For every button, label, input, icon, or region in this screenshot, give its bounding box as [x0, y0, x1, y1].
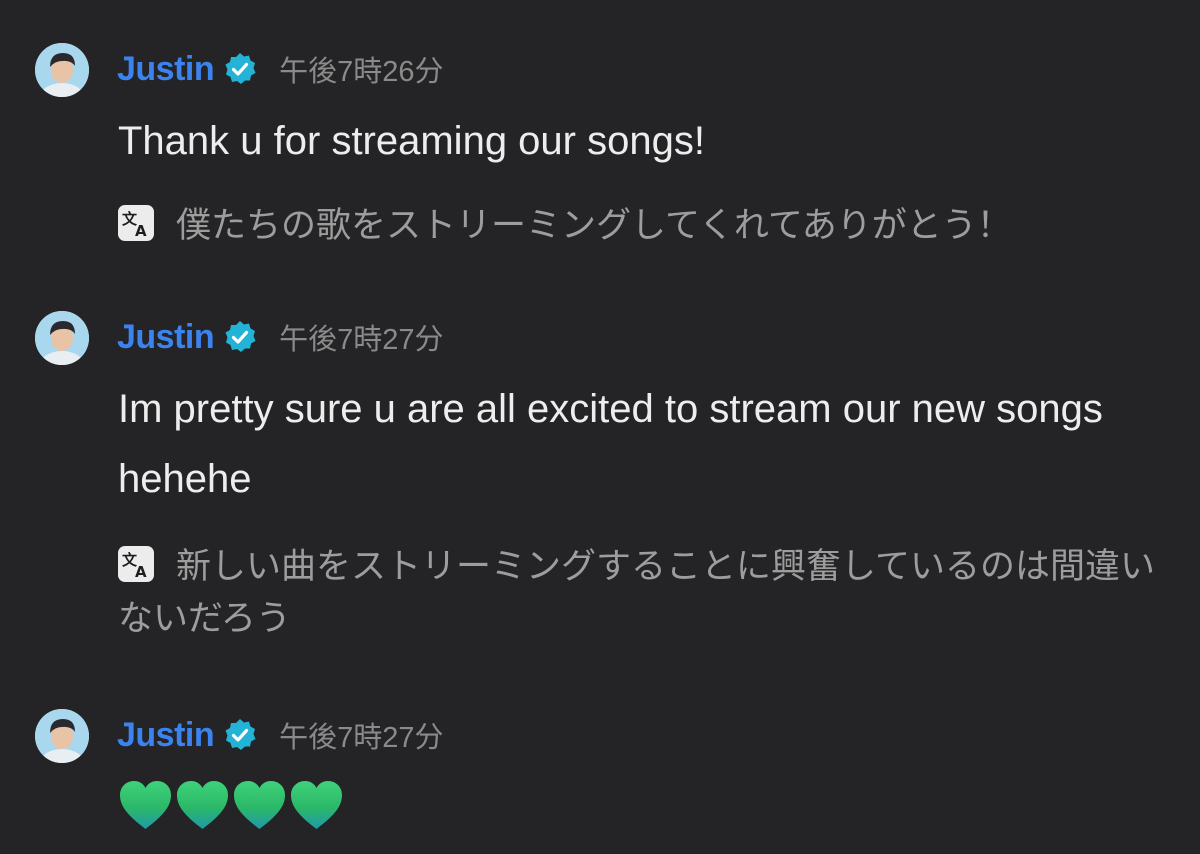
username[interactable]: Justin: [117, 318, 215, 357]
user-avatar[interactable]: [35, 709, 89, 763]
green-heart-icon: [117, 778, 174, 832]
message-timestamp: 午後7時27分: [279, 722, 444, 754]
emoji-message: [117, 778, 345, 832]
message-timestamp: 午後7時26分: [279, 56, 444, 88]
verified-badge-icon: [223, 718, 257, 752]
verified-badge-icon: [223, 52, 257, 86]
svg-text:A: A: [135, 563, 147, 581]
translation-text: 僕たちの歌をストリーミングしてくれてありがとう！: [176, 206, 1012, 245]
verified-badge-icon: [223, 320, 257, 354]
message-translation: 文 A 僕たちの歌をストリーミングしてくれてありがとう！: [118, 200, 1168, 252]
message-header: Justin 午後7時26分: [117, 46, 444, 92]
message-translation: 文 A 新しい曲をストリーミングすることに興奮しているのは間違いないだろう: [118, 541, 1168, 645]
translate-icon[interactable]: 文 A: [118, 546, 154, 582]
message-text: Im pretty sure u are all excited to stre…: [118, 387, 1103, 501]
green-heart-icon: [288, 778, 345, 832]
translation-text: 新しい曲をストリーミングすることに興奮しているのは間違いないだろう: [118, 547, 1155, 638]
green-heart-icon: [231, 778, 288, 832]
message-timestamp: 午後7時27分: [279, 324, 444, 356]
message-header: Justin 午後7時27分: [117, 314, 444, 360]
username[interactable]: Justin: [117, 50, 215, 89]
svg-text:A: A: [135, 222, 147, 240]
message-header: Justin 午後7時27分: [117, 712, 444, 758]
username[interactable]: Justin: [117, 716, 215, 755]
user-avatar[interactable]: [35, 311, 89, 365]
user-avatar[interactable]: [35, 43, 89, 97]
chat-feed: Justin 午後7時26分 Thank u for streaming our…: [0, 0, 1200, 854]
translate-icon[interactable]: 文 A: [118, 205, 154, 241]
message-text: Thank u for streaming our songs!: [118, 119, 705, 163]
green-heart-icon: [174, 778, 231, 832]
